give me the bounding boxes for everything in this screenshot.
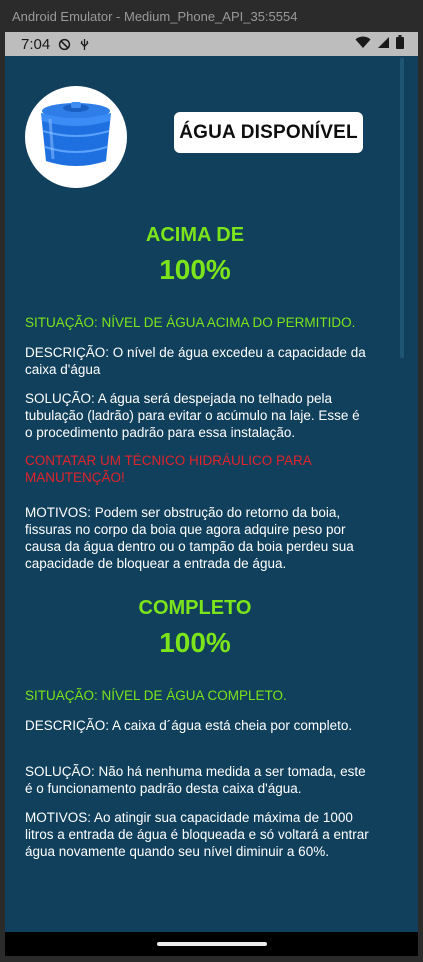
device-frame: 7:04 ÁGUA DISPONÍVEL ACIMA DE 100% SITUA… bbox=[5, 32, 418, 956]
signal-icon bbox=[377, 36, 390, 53]
level-label-completo: COMPLETO bbox=[138, 597, 252, 619]
battery-icon bbox=[396, 35, 404, 53]
status-time: 7:04 bbox=[21, 35, 51, 53]
level-percent-completo: 100% bbox=[159, 627, 231, 658]
motivos-acima: MOTIVOS: Podem ser obstrução do retorno … bbox=[25, 505, 354, 571]
do-not-disturb-icon bbox=[58, 38, 71, 51]
situacao-acima: SITUAÇÃO: NÍVEL DE ÁGUA ACIMA DO PERMITI… bbox=[25, 315, 356, 330]
window-title: Android Emulator - Medium_Phone_API_35:5… bbox=[12, 8, 298, 24]
emulator-title-bar: Android Emulator - Medium_Phone_API_35:5… bbox=[0, 0, 423, 32]
scrollbar[interactable] bbox=[400, 58, 404, 358]
level-percent-acima: 100% bbox=[159, 254, 231, 285]
navigation-bar bbox=[5, 932, 418, 956]
situacao-completo: SITUAÇÃO: NÍVEL DE ÁGUA COMPLETO. bbox=[25, 688, 287, 703]
water-tank-icon bbox=[34, 99, 118, 176]
status-bar: 7:04 bbox=[5, 32, 418, 56]
solucao-acima: SOLUÇÃO: A água será despejada no telhad… bbox=[25, 391, 360, 440]
app-screen[interactable]: ÁGUA DISPONÍVEL ACIMA DE 100% SITUAÇÃO: … bbox=[5, 56, 418, 932]
home-gesture-handle[interactable] bbox=[157, 942, 267, 946]
descricao-acima: DESCRIÇÃO: O nível de água excedeu a cap… bbox=[25, 345, 366, 377]
motivos-completo: MOTIVOS: Ao atingir sua capacidade máxim… bbox=[25, 810, 369, 859]
solucao-completo: SOLUÇÃO: Não há nenhuma medida a ser tom… bbox=[25, 764, 366, 796]
usb-debug-icon bbox=[79, 38, 90, 51]
alerta-tecnico: CONTATAR UM TÉCNICO HIDRÁULICO PARA MANU… bbox=[25, 453, 312, 485]
wifi-icon bbox=[355, 36, 371, 53]
level-label-acima: ACIMA DE bbox=[145, 224, 245, 246]
descricao-completo: DESCRIÇÃO: A caixa d´água está cheia por… bbox=[25, 718, 353, 733]
water-availability-chip: ÁGUA DISPONÍVEL bbox=[174, 112, 363, 153]
water-tank-avatar bbox=[25, 86, 127, 188]
